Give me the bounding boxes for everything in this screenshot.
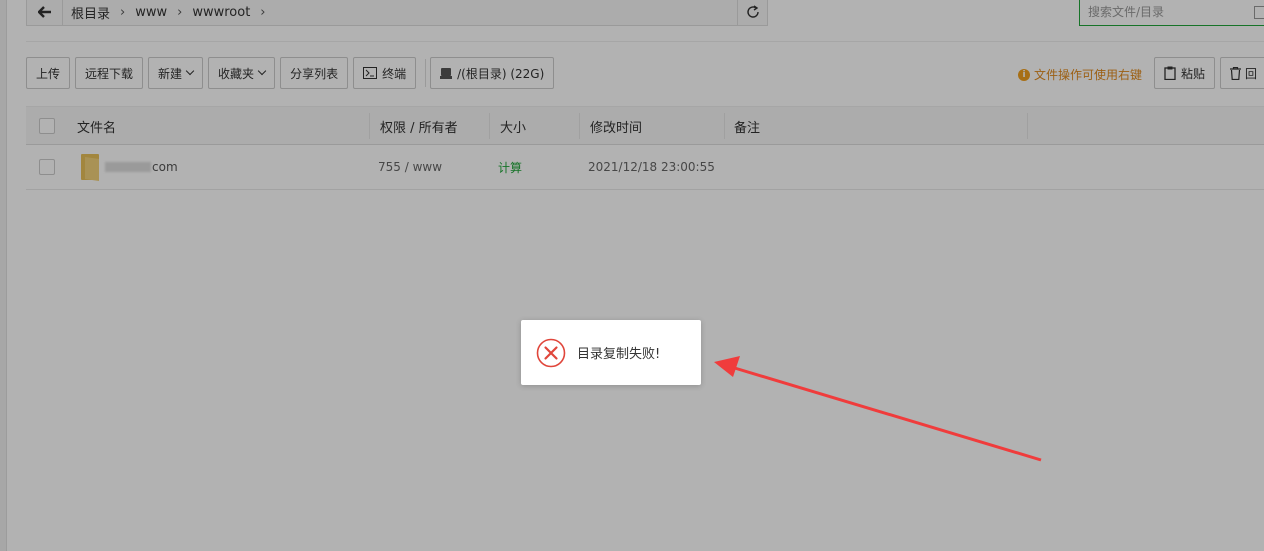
toast-message: 目录复制失败! (577, 347, 661, 362)
error-toast: 目录复制失败! (521, 320, 701, 385)
error-circle-icon (536, 338, 566, 367)
modal-overlay (0, 0, 1264, 551)
